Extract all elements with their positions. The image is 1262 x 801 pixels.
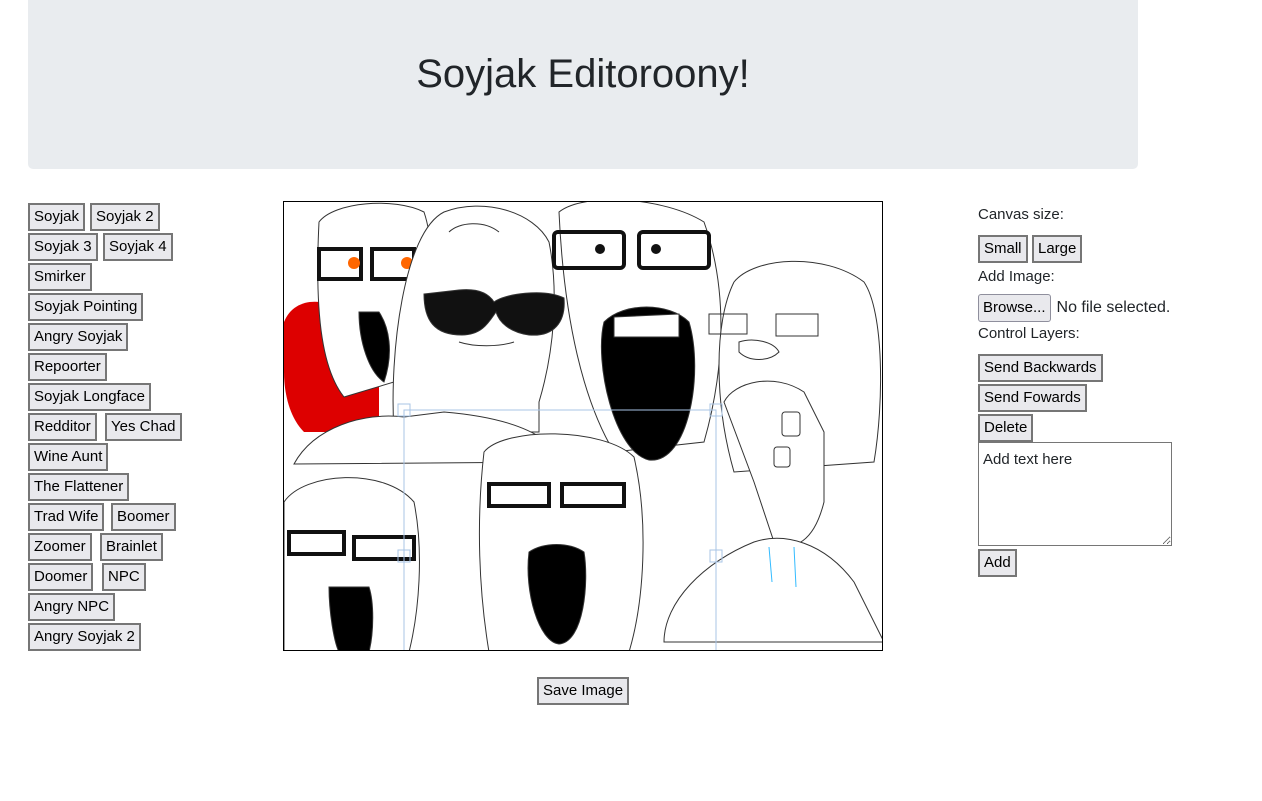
character-button-soyjak[interactable]: Soyjak xyxy=(28,203,86,231)
character-button-boomer[interactable]: Boomer xyxy=(111,503,176,531)
add-text-button[interactable]: Add xyxy=(978,549,1017,577)
character-button-smirker[interactable]: Smirker xyxy=(28,263,92,291)
large-size-button[interactable]: Large xyxy=(1032,235,1083,263)
character-button-soyjak-pointing[interactable]: Soyjak Pointing xyxy=(28,293,144,321)
character-button-doomer[interactable]: Doomer xyxy=(28,563,94,591)
editor-canvas[interactable] xyxy=(283,201,883,651)
character-button-yes-chad[interactable]: Yes Chad xyxy=(105,413,182,441)
control-layers-label: Control Layers: xyxy=(978,325,1080,342)
send-forwards-button[interactable]: Send Fowards xyxy=(978,384,1087,412)
character-button-brainlet[interactable]: Brainlet xyxy=(100,533,163,561)
character-button-repoorter[interactable]: Repoorter xyxy=(28,353,107,381)
character-button-soyjak-longface[interactable]: Soyjak Longface xyxy=(28,383,151,411)
character-button-redditor[interactable]: Redditor xyxy=(28,413,97,441)
character-button-the-flattener[interactable]: The Flattener xyxy=(28,473,130,501)
character-button-angry-soyjak-2[interactable]: Angry Soyjak 2 xyxy=(28,623,141,651)
delete-button[interactable]: Delete xyxy=(978,414,1034,442)
image-file-input[interactable]: Browse... No file selected. xyxy=(978,294,1170,322)
canvas-artwork xyxy=(284,202,882,650)
character-button-angry-soyjak[interactable]: Angry Soyjak xyxy=(28,323,129,351)
send-backwards-button[interactable]: Send Backwards xyxy=(978,354,1103,382)
character-button-wine-aunt[interactable]: Wine Aunt xyxy=(28,443,109,471)
character-button-soyjak-2[interactable]: Soyjak 2 xyxy=(90,203,160,231)
character-button-trad-wife[interactable]: Trad Wife xyxy=(28,503,105,531)
save-image-button[interactable]: Save Image xyxy=(537,677,630,705)
no-file-text: No file selected. xyxy=(1056,299,1171,316)
header-banner: Soyjak Editoroony! xyxy=(28,0,1138,169)
small-size-button[interactable]: Small xyxy=(978,235,1028,263)
text-input[interactable] xyxy=(978,442,1172,546)
browse-button[interactable]: Browse... xyxy=(978,294,1051,322)
character-button-zoomer[interactable]: Zoomer xyxy=(28,533,92,561)
character-button-soyjak-4[interactable]: Soyjak 4 xyxy=(103,233,173,261)
character-button-angry-npc[interactable]: Angry NPC xyxy=(28,593,116,621)
page-title: Soyjak Editoroony! xyxy=(416,52,750,96)
canvas-size-label: Canvas size: xyxy=(978,206,1064,223)
character-button-npc[interactable]: NPC xyxy=(102,563,146,591)
character-button-soyjak-3[interactable]: Soyjak 3 xyxy=(28,233,98,261)
add-image-label: Add Image: xyxy=(978,268,1055,285)
